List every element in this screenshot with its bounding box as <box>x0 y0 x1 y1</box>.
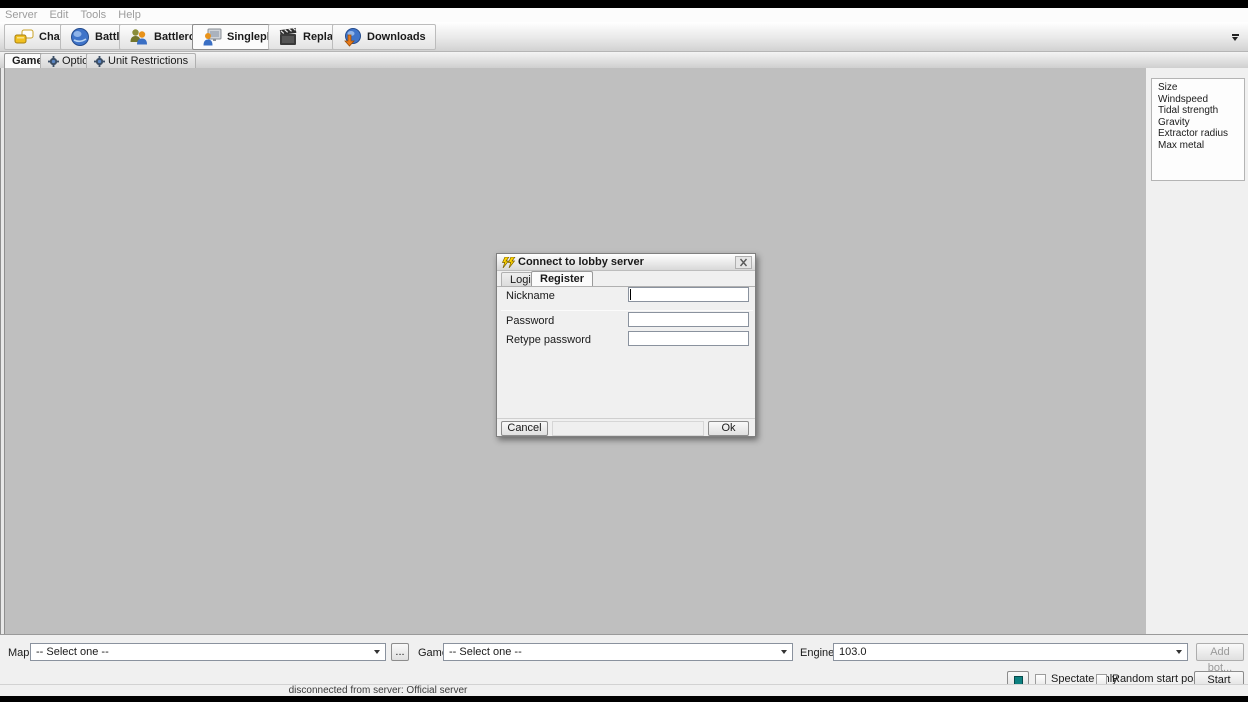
map-select[interactable]: -- Select one -- <box>30 643 386 661</box>
subtab-game-label: Game <box>12 55 43 67</box>
chevron-down-icon <box>374 650 380 654</box>
map-option-extractor: Extractor radius <box>1158 128 1244 140</box>
globe-icon <box>70 27 90 47</box>
cancel-button[interactable]: Cancel <box>501 421 548 436</box>
statusbar: disconnected from server: Official serve… <box>0 684 1248 696</box>
engine-select-value: 103.0 <box>839 644 867 660</box>
map-option-size: Size <box>1158 82 1244 94</box>
dialog-button-spacer <box>552 421 704 436</box>
status-text: disconnected from server: Official serve… <box>0 685 756 696</box>
dialog-title: Connect to lobby server <box>518 256 644 268</box>
password-label: Password <box>506 315 554 327</box>
game-select-value: -- Select one -- <box>449 644 522 660</box>
map-option-tidal: Tidal strength <box>1158 105 1244 117</box>
connect-dialog: Connect to lobby server Login Register N… <box>496 253 756 437</box>
gear-icon <box>94 56 105 67</box>
dialog-titlebar[interactable]: Connect to lobby server <box>497 254 755 271</box>
nickname-field[interactable] <box>628 287 749 302</box>
ok-button[interactable]: Ok <box>708 421 749 436</box>
game-select[interactable]: -- Select one -- <box>443 643 793 661</box>
bottom-panel: Map: -- Select one -- ... Game: -- Selec… <box>0 634 1248 684</box>
map-options-panel: Size Windspeed Tidal strength Gravity Ex… <box>1151 78 1245 181</box>
close-icon[interactable] <box>735 256 752 269</box>
map-select-value: -- Select one -- <box>36 644 109 660</box>
menu-server[interactable]: Server <box>5 8 37 22</box>
gear-icon <box>48 56 59 67</box>
toolbar-overflow-icon[interactable] <box>1231 34 1240 42</box>
nickname-label: Nickname <box>506 290 555 302</box>
dialog-buttonbar: Cancel Ok <box>497 418 755 437</box>
engine-label: Engine: <box>800 645 837 662</box>
clapperboard-icon <box>278 27 298 47</box>
globe-download-icon <box>342 27 362 47</box>
retype-password-field[interactable] <box>628 331 749 346</box>
people-icon <box>129 27 149 47</box>
map-option-gravity: Gravity <box>1158 117 1244 129</box>
engine-select[interactable]: 103.0 <box>833 643 1188 661</box>
add-bot-button[interactable]: Add bot... <box>1196 643 1244 661</box>
password-field[interactable] <box>628 312 749 327</box>
subtab-unit-restrictions-label: Unit Restrictions <box>108 55 188 67</box>
person-monitor-icon <box>202 27 222 47</box>
map-info-region: Size Windspeed Tidal strength Gravity Ex… <box>1146 68 1248 634</box>
lightning-icon <box>501 257 516 268</box>
tab-downloads-label: Downloads <box>367 31 426 43</box>
menubar: Server Edit Tools Help <box>0 8 1248 22</box>
toolbar: Chat Battlelist Battleroom <box>0 22 1248 52</box>
subtab-unit-restrictions[interactable]: Unit Restrictions <box>86 53 196 68</box>
dialog-tab-register[interactable]: Register <box>531 271 593 286</box>
map-browse-button[interactable]: ... <box>391 643 409 661</box>
menu-help[interactable]: Help <box>118 8 141 22</box>
retype-password-label: Retype password <box>506 334 591 346</box>
chevron-down-icon <box>1176 650 1182 654</box>
menu-edit[interactable]: Edit <box>49 8 68 22</box>
map-option-windspeed: Windspeed <box>1158 94 1244 106</box>
tab-downloads[interactable]: Downloads <box>332 24 436 50</box>
dialog-tabbar: Login Register <box>497 271 755 286</box>
menu-tools[interactable]: Tools <box>81 8 107 22</box>
map-label: Map: <box>8 645 32 662</box>
text-caret <box>630 289 631 300</box>
subtab-bar: Game Options Unit Re <box>0 52 1248 68</box>
chat-icon <box>14 27 34 47</box>
map-option-maxmetal: Max metal <box>1158 140 1244 152</box>
chevron-down-icon <box>781 650 787 654</box>
divider <box>501 310 753 311</box>
